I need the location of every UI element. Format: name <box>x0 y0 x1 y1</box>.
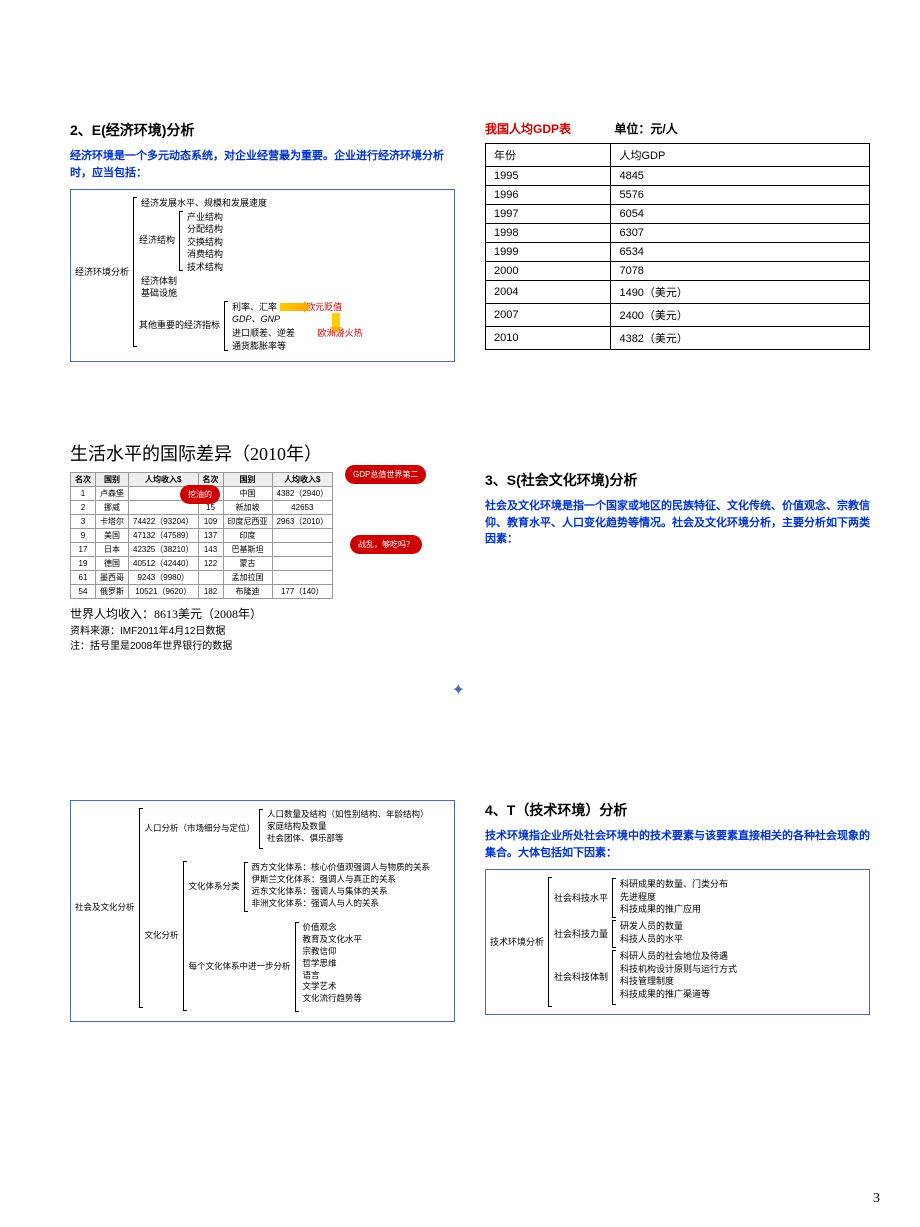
slide-gdp-table: 我国人均GDP表 单位：元/人 年份人均GDP 19954845 1996557… <box>485 120 870 420</box>
page-number: 3 <box>873 1191 880 1207</box>
slide4-desc: 社会及文化环境是指一个国家或地区的民族特征、文化传统、价值观念、宗教信仰、教育水… <box>485 498 870 548</box>
table-row: 19976054 <box>486 205 870 224</box>
table-row: 20072400（美元） <box>486 304 870 327</box>
callout-bubble: 挖油的 <box>180 485 220 504</box>
slide3-title: 生活水平的国际差异（2010年） <box>70 440 455 466</box>
table-row: 20041490（美元） <box>486 281 870 304</box>
slide-tech-env: 4、T（技术环境）分析 技术环境指企业所处社会环境中的技术要素与该要素直接相关的… <box>485 800 870 1160</box>
table-row: 19965576 <box>486 186 870 205</box>
table-row: 20104382（美元） <box>486 327 870 350</box>
tree-root: 经济环境分析 <box>75 197 133 347</box>
table-row: 19986307 <box>486 224 870 243</box>
slide-social-culture: 3、S(社会文化环境)分析 社会及文化环境是指一个国家或地区的民族特征、文化传统… <box>485 440 870 780</box>
star-icon: ✦ <box>452 680 465 700</box>
gdp-table: 年份人均GDP 19954845 19965576 19976054 19986… <box>485 143 870 350</box>
slide-economic-analysis: 2、E(经济环境)分析 经济环境是一个多元动态系统，对企业经营最为重要。企业进行… <box>70 120 455 420</box>
table-row: 19996534 <box>486 243 870 262</box>
arrow-right-icon <box>280 303 304 311</box>
slide3-notes: 世界人均收入：8613美元（2008年） 资料来源：IMF2011年4月12日数… <box>70 605 455 652</box>
slide-intl-comparison: 生活水平的国际差异（2010年） 名次国别人均收入$名次国别人均收入$ 1卢森堡… <box>70 440 455 780</box>
slide6-title: 4、T（技术环境）分析 <box>485 800 870 820</box>
slide-social-tree: 社会及文化分析 人口分析（市场细分与定位） 人口数量及结构（如性别结构、年龄结构… <box>70 800 455 1160</box>
gdp-title: 我国人均GDP表 单位：元/人 <box>485 120 870 137</box>
table-row: 年份人均GDP <box>486 144 870 167</box>
slide1-tree: 经济环境分析 经济发展水平、规模和发展速度 经济结构 产业结构 分配结构 交换结… <box>70 189 455 362</box>
slide6-desc: 技术环境指企业所处社会环境中的技术要素与该要素直接相关的各种社会现象的集合。大体… <box>485 828 870 861</box>
table-row: 19954845 <box>486 167 870 186</box>
callout-bubble: 战乱，够吃吗？ <box>350 535 422 554</box>
slide4-title: 3、S(社会文化环境)分析 <box>485 470 870 490</box>
table-row: 20007078 <box>486 262 870 281</box>
arrow-down-icon <box>332 313 340 327</box>
slide1-desc: 经济环境是一个多元动态系统，对企业经营最为重要。企业进行经济环境分析时，应当包括… <box>70 148 455 181</box>
slide1-title: 2、E(经济环境)分析 <box>70 120 455 140</box>
callout-bubble: GDP总值世界第二 <box>345 465 426 484</box>
